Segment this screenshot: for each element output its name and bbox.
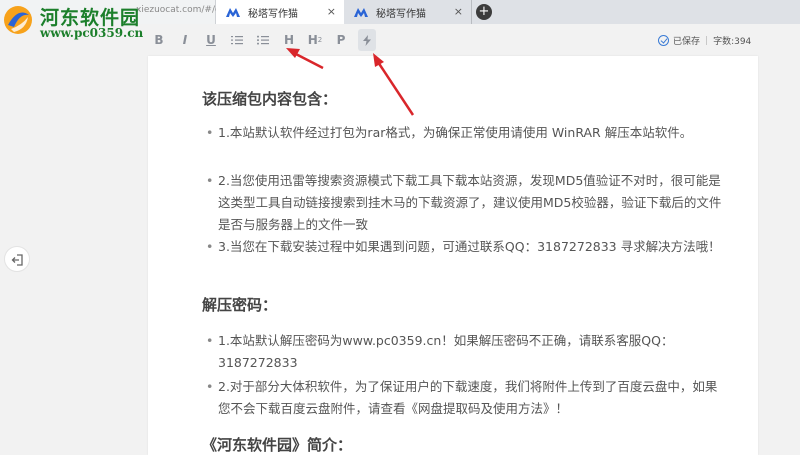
xiezuocat-logo-icon xyxy=(226,8,240,17)
bullet: • xyxy=(206,173,214,188)
address-text: xiezuocat.com/#/ed xyxy=(136,5,227,15)
heading-password: 解压密码： xyxy=(202,296,278,314)
numbered-list-button[interactable] xyxy=(228,29,246,51)
document-page[interactable]: 该压缩包内容包含： • 1.本站默认软件经过打包为rar格式，为确保正常使用请使… xyxy=(148,56,758,455)
status-separator: | xyxy=(705,35,709,46)
editor-toolbar: B I U H H2 P xyxy=(150,28,384,52)
watermark-logo-icon xyxy=(4,6,32,34)
list-item: • 3.当您在下载安装过程中如果遇到问题，可通过联系QQ：3187272833 … xyxy=(206,236,726,258)
tab-title: 秘塔写作猫 xyxy=(248,8,298,20)
exit-button[interactable] xyxy=(4,246,30,272)
tab-title: 秘塔写作猫 xyxy=(376,8,426,20)
new-tab-button[interactable]: + xyxy=(476,4,492,20)
list-item: • 2.对于部分大体积软件，为了保证用户的下载速度，我们将附件上传到了百度云盘中… xyxy=(206,376,726,420)
list-item-text: 1.本站默认解压密码为www.pc0359.cn！如果解压密码不正确，请联系客服… xyxy=(218,333,674,370)
italic-button[interactable]: I xyxy=(176,29,194,51)
list-item: • 1.本站默认解压密码为www.pc0359.cn！如果解压密码不正确，请联系… xyxy=(206,330,726,374)
saved-label: 已保存 xyxy=(673,37,701,47)
bullet: • xyxy=(206,333,214,348)
heading1-label: H xyxy=(283,33,295,47)
heading-intro: 《河东软件园》简介： xyxy=(202,436,353,454)
bold-button[interactable]: B xyxy=(150,29,168,51)
underline-label: U xyxy=(206,33,216,47)
paragraph-button[interactable]: P xyxy=(332,29,350,51)
list-item: • 2.当您使用迅雷等搜索资源模式下载工具下载本站资源，发现MD5值验证不对时，… xyxy=(206,170,726,236)
bullet: • xyxy=(206,379,214,394)
list-item-text: 3.当您在下载安装过程中如果遇到问题，可通过联系QQ：3187272833 寻求… xyxy=(218,239,721,254)
bulleted-list-icon xyxy=(257,35,269,45)
lightning-icon xyxy=(363,34,371,46)
list-item-text: 2.对于部分大体积软件，为了保证用户的下载速度，我们将附件上传到了百度云盘中，如… xyxy=(218,379,718,416)
document-content[interactable]: 该压缩包内容包含： • 1.本站默认软件经过打包为rar格式，为确保正常使用请使… xyxy=(148,56,758,455)
bold-label: B xyxy=(154,33,164,47)
bullet: • xyxy=(206,125,214,140)
browser-tab-2[interactable]: 秘塔写作猫 × xyxy=(344,0,472,24)
tab-close-icon[interactable]: × xyxy=(454,5,463,19)
bulleted-list-button[interactable] xyxy=(254,29,272,51)
list-item-text: 2.当您使用迅雷等搜索资源模式下载工具下载本站资源，发现MD5值验证不对时，很可… xyxy=(218,173,722,232)
heading-contents: 该压缩包内容包含： xyxy=(202,90,338,108)
xiezuocat-logo-icon xyxy=(354,8,368,17)
paragraph-label: P xyxy=(336,33,346,47)
heading1-button[interactable]: H xyxy=(280,29,298,51)
watermark-url: www.pc0359.cn xyxy=(40,26,144,40)
list-item-text: 1.本站默认软件经过打包为rar格式，为确保正常使用请使用 WinRAR 解压本… xyxy=(218,125,693,140)
heading2-button[interactable]: H2 xyxy=(306,29,324,51)
numbered-list-icon xyxy=(231,36,243,45)
browser-tab-1[interactable]: 秘塔写作猫 × xyxy=(216,0,344,24)
bullet: • xyxy=(206,239,214,254)
list-item: • 1.本站默认软件经过打包为rar格式，为确保正常使用请使用 WinRAR 解… xyxy=(206,122,726,144)
italic-label: I xyxy=(182,33,188,47)
tab-close-icon[interactable]: × xyxy=(327,5,336,19)
save-status: 已保存 | 字数:394 xyxy=(658,34,751,47)
heading2-index: 2 xyxy=(317,36,323,44)
word-count: 字数:394 xyxy=(713,37,752,47)
format-button[interactable] xyxy=(358,29,376,51)
check-circle-icon xyxy=(658,35,669,46)
underline-button[interactable]: U xyxy=(202,29,220,51)
heading2-label: H xyxy=(307,33,318,47)
exit-icon xyxy=(11,254,23,266)
